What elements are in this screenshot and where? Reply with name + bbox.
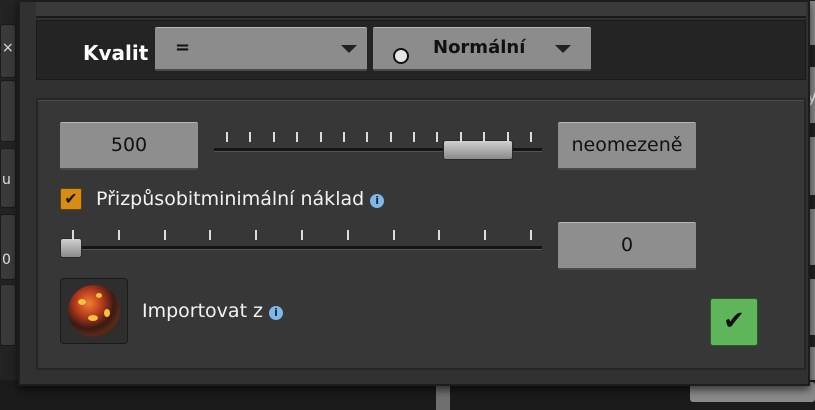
slider-tick (413, 132, 416, 142)
slider-tick (459, 132, 462, 142)
quality-value: Normální (433, 37, 526, 58)
min-amount-field[interactable]: 0 (558, 222, 696, 270)
lava-planet-icon (68, 285, 120, 337)
bg-left-text: 0 (2, 252, 11, 268)
slider-tick (392, 230, 395, 240)
bg-left-button (0, 214, 16, 280)
quality-level-dropdown[interactable]: Normální (373, 27, 591, 71)
import-from-label: Importovat z i (142, 300, 284, 322)
quality-normal-icon (393, 48, 409, 64)
slider-tick (296, 132, 299, 142)
slider-tick (346, 230, 349, 240)
info-icon[interactable]: i (370, 194, 385, 208)
quality-filter-row: Kvalit = Normální (36, 20, 806, 80)
bg-left-close-glyph: × (2, 40, 14, 56)
bg-scrollbar (436, 386, 450, 410)
min-amount-slider[interactable] (60, 222, 542, 258)
checkmark-icon: ✔ (723, 306, 745, 336)
slider-handle[interactable] (442, 140, 513, 160)
info-icon[interactable]: i (269, 306, 284, 320)
checkmark-icon: ✔ (64, 189, 78, 208)
slider-tick (249, 132, 252, 142)
slider-handle[interactable] (60, 238, 82, 258)
slider-tick (483, 132, 486, 142)
slider-tick (255, 230, 258, 240)
slider-tick (530, 230, 532, 240)
operator-value: = (175, 37, 191, 58)
max-amount-field[interactable]: 500 (60, 122, 198, 170)
import-from-text: Importovat z (142, 300, 264, 322)
adjust-min-label: Přizpůsobitminimální náklad i (96, 188, 385, 210)
adjust-min-checkbox[interactable]: ✔ (60, 188, 82, 210)
chevron-down-icon (341, 45, 357, 53)
slider-tick (530, 132, 532, 142)
slider-tick (389, 132, 392, 142)
slider-tick (226, 132, 228, 142)
logistics-request-panel: Kvalit = Normální 500 neomezeně ✔ Přizpů… (18, 0, 810, 386)
slider-tick (436, 132, 439, 142)
slider-tick (438, 230, 441, 240)
slider-tick (272, 132, 275, 142)
unlimited-button[interactable]: neomezeně (558, 122, 696, 170)
import-source-button[interactable] (60, 278, 128, 344)
slider-tick (72, 230, 74, 240)
quality-operator-dropdown[interactable]: = (155, 27, 367, 71)
chevron-down-icon (555, 45, 571, 53)
slider-tick (117, 230, 120, 240)
bg-left-text: u (2, 172, 11, 188)
panel-top-strip (36, 2, 806, 18)
slider-tick (209, 230, 212, 240)
adjust-min-text: Přizpůsobitminimální náklad (96, 188, 365, 210)
quality-label: Kvalit (83, 41, 149, 65)
slider-tick (163, 230, 166, 240)
bg-left-button (0, 80, 16, 142)
max-amount-slider[interactable] (214, 124, 542, 160)
slider-tick (342, 132, 345, 142)
slider-tick (484, 230, 487, 240)
bg-left-button (0, 284, 16, 346)
slider-tick (366, 132, 369, 142)
request-settings-box: 500 neomezeně ✔ Přizpůsobitminimální nák… (36, 98, 806, 370)
slider-tick (319, 132, 322, 142)
confirm-button[interactable]: ✔ (710, 298, 758, 346)
slider-track (60, 246, 542, 250)
slider-tick (506, 132, 509, 142)
slider-tick (301, 230, 303, 240)
